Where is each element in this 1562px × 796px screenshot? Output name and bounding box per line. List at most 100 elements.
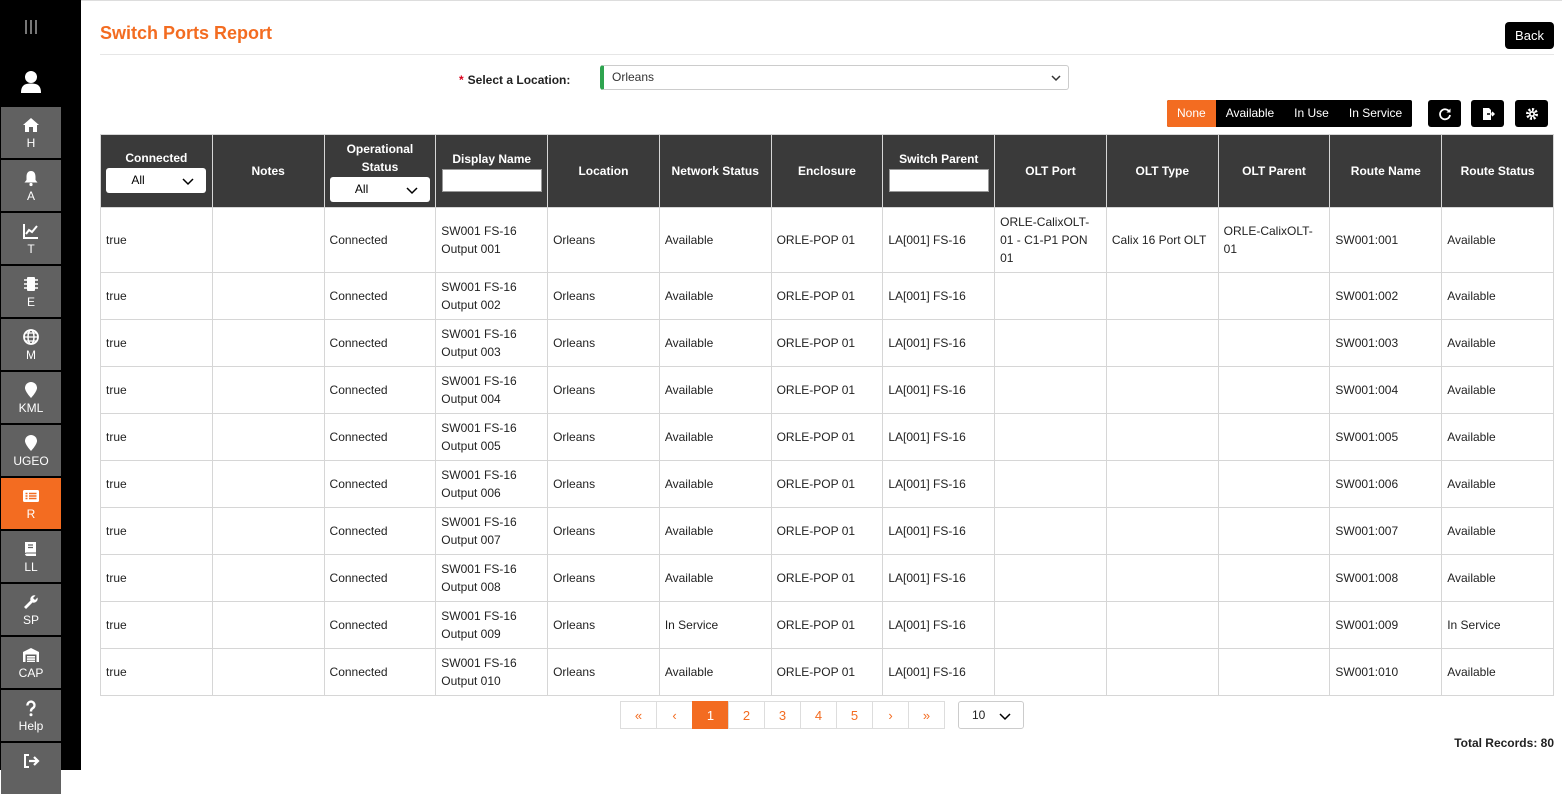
table-header-row: Connected All Notes Operational Status A… (100, 134, 1554, 208)
col-connected: Connected All (100, 134, 213, 208)
table-row[interactable]: true Connected SW001 FS-16 Output 003 Orlea… (100, 319, 1554, 367)
page-3-button[interactable]: 3 (764, 701, 801, 729)
page-1-button[interactable]: 1 (692, 701, 729, 729)
location-select[interactable]: Orleans (600, 65, 1069, 90)
prev-page-button[interactable]: ‹ (656, 701, 693, 729)
sidebar-item-m[interactable]: M (1, 319, 61, 370)
sidebar-item-label: T (27, 242, 35, 256)
export-button[interactable] (1471, 100, 1504, 127)
sidebar-item-sp[interactable]: SP (1, 584, 61, 635)
cell-network-status: In Service (658, 601, 772, 649)
col-display-name-label: Display Name (452, 152, 532, 166)
chevron-down-icon (182, 178, 194, 186)
cell-route-name: SW001:010 (1329, 648, 1443, 696)
user-icon[interactable] (20, 70, 42, 94)
sidebar-item-e[interactable]: E (1, 266, 61, 317)
table-row[interactable]: true Connected SW001 FS-16 Output 009 Orlea… (100, 601, 1554, 649)
menu-icon[interactable] (25, 20, 39, 34)
operational-status-filter-select[interactable]: All (329, 177, 430, 202)
cell-olt-parent (1217, 319, 1331, 367)
sidebar-item-h[interactable]: H (1, 107, 61, 158)
table-row[interactable]: true Connected SW001 FS-16 Output 010 Orlea… (100, 648, 1554, 696)
sidebar-item-label: R (26, 507, 36, 521)
cell-display-name: SW001 FS-16 Output 006 (435, 460, 549, 508)
cell-olt-parent (1217, 507, 1331, 555)
sidebar-item-label: H (26, 136, 36, 150)
cell-connected: true (100, 554, 213, 602)
sidebar-item-kml[interactable]: KML (1, 372, 61, 423)
table-row[interactable]: true Connected SW001 FS-16 Output 002 Orlea… (100, 272, 1554, 320)
pagination: «‹ 1 2 3 4 5 ›» (620, 701, 945, 729)
filter-available-button[interactable]: Available (1216, 100, 1284, 127)
connected-filter-select[interactable]: All (106, 168, 207, 193)
table-body: true Connected SW001 FS-16 Output 001 Orlea… (100, 207, 1554, 696)
cell-route-name: SW001:005 (1329, 413, 1443, 461)
cell-olt-port (994, 460, 1107, 508)
filter-in-service-button[interactable]: In Service (1339, 100, 1412, 127)
page-size-value: 10 (972, 708, 986, 722)
refresh-button[interactable] (1428, 100, 1461, 127)
cell-route-name: SW001:009 (1329, 601, 1443, 649)
sidebar-item-cap[interactable]: CAP (1, 637, 61, 688)
page-size-select[interactable]: 10 (958, 701, 1024, 729)
chevron-down-icon (999, 713, 1011, 721)
location-label-text: Select a Location: (467, 73, 571, 87)
cell-display-name: SW001 FS-16 Output 003 (435, 319, 549, 367)
cell-route-status: Available (1441, 366, 1554, 414)
question-icon (26, 700, 36, 717)
page-5-button[interactable]: 5 (836, 701, 873, 729)
filter-in-use-button[interactable]: In Use (1284, 100, 1339, 127)
cell-olt-parent (1217, 272, 1331, 320)
cell-display-name: SW001 FS-16 Output 009 (435, 601, 549, 649)
back-button[interactable]: Back (1505, 22, 1554, 49)
cell-display-name: SW001 FS-16 Output 004 (435, 366, 549, 414)
table-row[interactable]: true Connected SW001 FS-16 Output 007 Orlea… (100, 507, 1554, 555)
sidebar-item-label: E (26, 295, 35, 309)
table-row[interactable]: true Connected SW001 FS-16 Output 005 Orlea… (100, 413, 1554, 461)
title-divider (100, 54, 1554, 55)
sidebar-item-r[interactable]: R (1, 478, 61, 529)
sidebar-item-ugeo[interactable]: UGEO (1, 425, 61, 476)
bell-icon (24, 171, 38, 187)
cell-enclosure: ORLE-POP 01 (770, 207, 884, 273)
sidebar-item-ll[interactable]: LL (1, 531, 61, 582)
sidebar-item-t[interactable]: T (1, 213, 61, 264)
chip-icon (24, 277, 38, 291)
cell-olt-type (1105, 366, 1219, 414)
cell-network-status: Available (658, 554, 772, 602)
cell-olt-parent (1217, 601, 1331, 649)
cell-display-name: SW001 FS-16 Output 008 (435, 554, 549, 602)
next-page-button[interactable]: › (872, 701, 909, 729)
cell-olt-port (994, 507, 1107, 555)
table-row[interactable]: true Connected SW001 FS-16 Output 008 Orlea… (100, 554, 1554, 602)
cell-route-status: Available (1441, 554, 1554, 602)
table-row[interactable]: true Connected SW001 FS-16 Output 001 Orlea… (100, 207, 1554, 273)
cell-display-name: SW001 FS-16 Output 010 (435, 648, 549, 696)
cell-connected: true (100, 272, 213, 320)
cell-route-status: Available (1441, 319, 1554, 367)
page-2-button[interactable]: 2 (728, 701, 765, 729)
cell-location: Orleans (547, 507, 660, 555)
col-switch-parent: Switch Parent (882, 134, 996, 208)
sidebar-item-help[interactable]: Help (1, 690, 61, 741)
display-name-filter-input[interactable] (441, 169, 542, 192)
last-page-button[interactable]: » (908, 701, 945, 729)
cell-olt-parent (1217, 366, 1331, 414)
cell-route-name: SW001:006 (1329, 460, 1443, 508)
sidebar-item-logout[interactable] (1, 743, 61, 794)
switch-parent-filter-input[interactable] (888, 169, 989, 192)
cell-olt-port (994, 272, 1107, 320)
page-4-button[interactable]: 4 (800, 701, 837, 729)
cell-location: Orleans (547, 601, 660, 649)
settings-button[interactable] (1515, 100, 1548, 127)
table-row[interactable]: true Connected SW001 FS-16 Output 004 Orlea… (100, 366, 1554, 414)
filter-none-button[interactable]: None (1167, 100, 1216, 127)
col-connected-label: Connected (125, 151, 188, 165)
sidebar-item-a[interactable]: A (1, 160, 61, 211)
cell-display-name: SW001 FS-16 Output 005 (435, 413, 549, 461)
map-pin-icon (25, 435, 37, 451)
table-row[interactable]: true Connected SW001 FS-16 Output 006 Orlea… (100, 460, 1554, 508)
cell-switch-parent: LA[001] FS-16 (882, 554, 996, 602)
first-page-button[interactable]: « (620, 701, 657, 729)
cell-olt-type (1105, 413, 1219, 461)
